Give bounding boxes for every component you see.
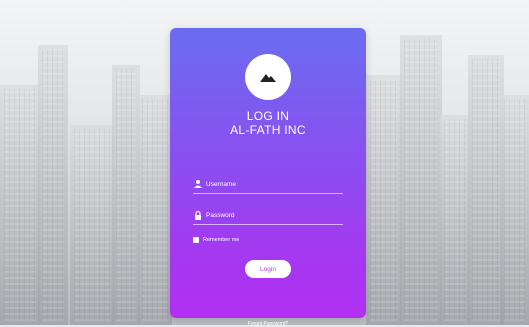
login-title: LOG IN xyxy=(246,109,290,123)
password-field-group xyxy=(193,208,343,225)
background-building xyxy=(112,65,140,325)
background-building xyxy=(400,35,442,325)
background-building xyxy=(366,75,402,325)
background-building xyxy=(440,115,470,325)
background-building xyxy=(138,95,172,325)
company-name: AL-FATH INC xyxy=(230,123,306,137)
user-icon xyxy=(194,180,202,188)
logo xyxy=(245,54,291,100)
background-building xyxy=(70,125,115,325)
lock-icon xyxy=(195,210,201,220)
background-building xyxy=(0,85,40,325)
remember-me[interactable]: Remember me xyxy=(193,237,239,243)
mountain-icon xyxy=(260,74,276,82)
password-input[interactable] xyxy=(206,208,336,222)
background-building xyxy=(500,95,529,325)
username-field-group xyxy=(193,177,343,194)
login-card: LOG IN AL-FATH INC Remember me Login For… xyxy=(170,28,366,327)
login-button[interactable]: Login xyxy=(245,260,291,278)
remember-me-label: Remember me xyxy=(203,237,240,243)
username-input[interactable] xyxy=(206,177,336,191)
remember-me-checkbox[interactable] xyxy=(193,237,199,243)
forgot-password-link[interactable]: Forgot Password? xyxy=(170,321,366,327)
background-building xyxy=(468,55,504,325)
background-building xyxy=(38,45,68,325)
